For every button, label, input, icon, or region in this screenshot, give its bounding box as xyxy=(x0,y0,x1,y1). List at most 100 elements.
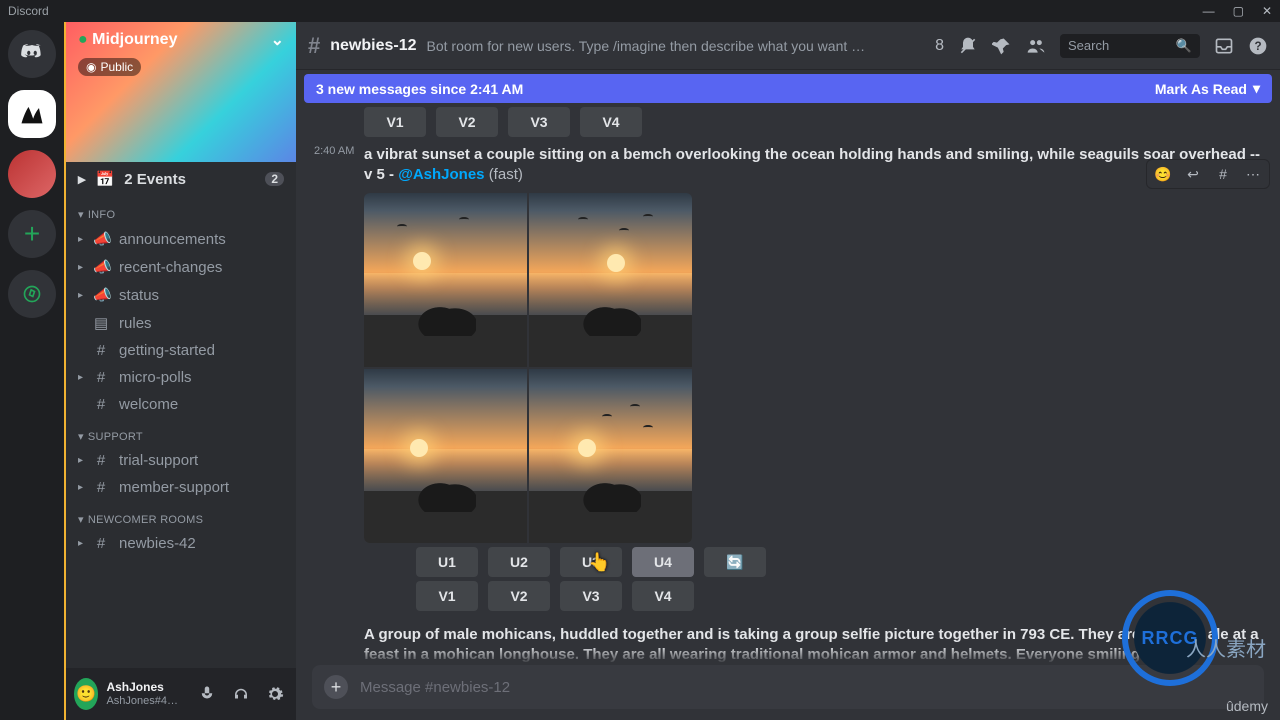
chevron-down-icon: ⌄ xyxy=(271,30,284,50)
megaphone-icon: 📣 xyxy=(93,286,109,304)
hash-icon: # xyxy=(93,369,109,386)
deafen-button[interactable] xyxy=(228,681,254,707)
window-min[interactable]: — xyxy=(1203,4,1215,18)
hash-icon: # xyxy=(93,342,109,359)
channel-rules[interactable]: ▸▤rules xyxy=(66,309,296,337)
mark-read-icon: ▾ xyxy=(1253,80,1260,97)
add-server-button[interactable]: + xyxy=(8,210,56,258)
user-mention[interactable]: @AshJones xyxy=(398,166,484,183)
reroll-button[interactable]: 🔄 xyxy=(704,547,766,577)
chevron-right-icon: ▸ xyxy=(78,170,86,188)
server-public-label: Public xyxy=(100,60,133,74)
u1-button[interactable]: U1 xyxy=(416,547,478,577)
prev-v4-button[interactable]: V4 xyxy=(580,107,642,137)
reroll-icon: 🔄 xyxy=(726,554,743,570)
prev-v2-button[interactable]: V2 xyxy=(436,107,498,137)
grid-image-4[interactable] xyxy=(529,369,692,543)
server-rail: + xyxy=(0,22,64,720)
notifications-button[interactable] xyxy=(958,36,978,56)
new-messages-bar[interactable]: 3 new messages since 2:41 AM Mark As Rea… xyxy=(304,74,1272,103)
hash-icon: # xyxy=(93,535,109,552)
window-titlebar: Discord — ▢ ✕ xyxy=(0,0,1280,22)
prev-v1-button[interactable]: V1 xyxy=(364,107,426,137)
category-newcomer[interactable]: ▾NEWCOMER ROOMS xyxy=(66,501,296,530)
calendar-icon: 📅 xyxy=(96,170,115,188)
channel-sidebar: ● Midjourney ⌄ ◉ Public ▸ 📅 2 Events 2 ▾… xyxy=(64,22,296,720)
channel-topic: Bot room for new users. Type /imagine th… xyxy=(427,38,867,54)
v2-button[interactable]: V2 xyxy=(488,581,550,611)
message-input[interactable]: + Message #newbies-12 xyxy=(312,665,1264,709)
u3-button[interactable]: U3 xyxy=(560,547,622,577)
hash-icon: # xyxy=(308,33,320,59)
server-midjourney[interactable] xyxy=(8,90,56,138)
channel-trial-support[interactable]: ▸#trial-support xyxy=(66,447,296,474)
globe-icon: ◉ xyxy=(86,60,96,74)
app-title: Discord xyxy=(8,4,49,18)
u4-button[interactable]: U4 xyxy=(632,547,694,577)
channel-newbies-42[interactable]: ▸#newbies-42 xyxy=(66,530,296,557)
channel-label: status xyxy=(119,287,159,304)
window-close[interactable]: ✕ xyxy=(1262,4,1272,18)
avatar[interactable]: 🙂 xyxy=(74,678,98,710)
channel-label: recent-changes xyxy=(119,259,222,276)
message-scroll[interactable]: 😊 ↩ # ⋯ V1 V2 V3 V4 2:40 AM a vibrat sun… xyxy=(296,103,1280,664)
inbox-button[interactable] xyxy=(1214,36,1234,56)
prev-v3-button[interactable]: V3 xyxy=(508,107,570,137)
members-button[interactable] xyxy=(1026,36,1046,56)
channel-recent-changes[interactable]: ▸📣recent-changes xyxy=(66,253,296,281)
channel-micro-polls[interactable]: ▸#micro-polls xyxy=(66,364,296,391)
category-support[interactable]: ▾SUPPORT xyxy=(66,418,296,447)
channel-welcome[interactable]: ▸#welcome xyxy=(66,391,296,418)
events-count: 2 xyxy=(265,172,284,186)
rules-icon: ▤ xyxy=(93,314,109,332)
channel-topbar: # newbies-12 Bot room for new users. Typ… xyxy=(296,22,1280,70)
v4-button[interactable]: V4 xyxy=(632,581,694,611)
search-input[interactable]: Search🔍 xyxy=(1060,34,1200,58)
hash-icon: # xyxy=(93,479,109,496)
grid-image-1[interactable] xyxy=(364,193,527,367)
user-panel: 🙂 AshJones AshJones#4… xyxy=(66,668,296,720)
channel-label: getting-started xyxy=(119,342,215,359)
server-other[interactable] xyxy=(8,150,56,198)
hash-icon: # xyxy=(93,452,109,469)
megaphone-icon: 📣 xyxy=(93,230,109,248)
channel-member-support[interactable]: ▸#member-support xyxy=(66,474,296,501)
channel-label: micro-polls xyxy=(119,369,192,386)
v3-button[interactable]: V3 xyxy=(560,581,622,611)
help-button[interactable]: ? xyxy=(1248,36,1268,56)
message-input-bar: + Message #newbies-12 xyxy=(296,664,1280,720)
window-max[interactable]: ▢ xyxy=(1233,4,1244,18)
message-prompt: a vibrat sunset a couple sitting on a be… xyxy=(364,145,1264,185)
u2-button[interactable]: U2 xyxy=(488,547,550,577)
channel-label: newbies-42 xyxy=(119,535,196,552)
server-name: Midjourney xyxy=(92,31,177,49)
user-tag: AshJones#4… xyxy=(106,694,178,708)
channel-label: trial-support xyxy=(119,452,198,469)
svg-text:?: ? xyxy=(1254,40,1261,53)
channel-name: newbies-12 xyxy=(330,37,416,55)
v1-button[interactable]: V1 xyxy=(416,581,478,611)
category-info[interactable]: ▾INFO xyxy=(66,196,296,225)
attach-button[interactable]: + xyxy=(324,675,348,699)
channel-label: member-support xyxy=(119,479,229,496)
mute-mic-button[interactable] xyxy=(194,681,220,707)
hash-icon: # xyxy=(93,396,109,413)
image-grid[interactable] xyxy=(364,193,692,543)
category-support-label: SUPPORT xyxy=(88,431,143,443)
events-row[interactable]: ▸ 📅 2 Events 2 xyxy=(66,162,296,196)
upscale-row: U1 U2 U3 U4 🔄 xyxy=(416,547,1264,577)
user-name: AshJones xyxy=(106,680,178,694)
channel-getting-started[interactable]: ▸#getting-started xyxy=(66,337,296,364)
mark-as-read-button[interactable]: Mark As Read ▾ xyxy=(1155,80,1260,97)
channel-status[interactable]: ▸📣status xyxy=(66,281,296,309)
grid-image-3[interactable] xyxy=(364,369,527,543)
discord-home-button[interactable] xyxy=(8,30,56,78)
pinned-button[interactable] xyxy=(992,36,1012,56)
threads-button[interactable]: 8 xyxy=(911,36,944,56)
server-header[interactable]: ● Midjourney ⌄ ◉ Public xyxy=(66,22,296,162)
grid-image-2[interactable] xyxy=(529,193,692,367)
explore-servers-button[interactable] xyxy=(8,270,56,318)
search-placeholder: Search xyxy=(1068,38,1109,53)
channel-announcements[interactable]: ▸📣announcements xyxy=(66,225,296,253)
user-settings-button[interactable] xyxy=(262,681,288,707)
